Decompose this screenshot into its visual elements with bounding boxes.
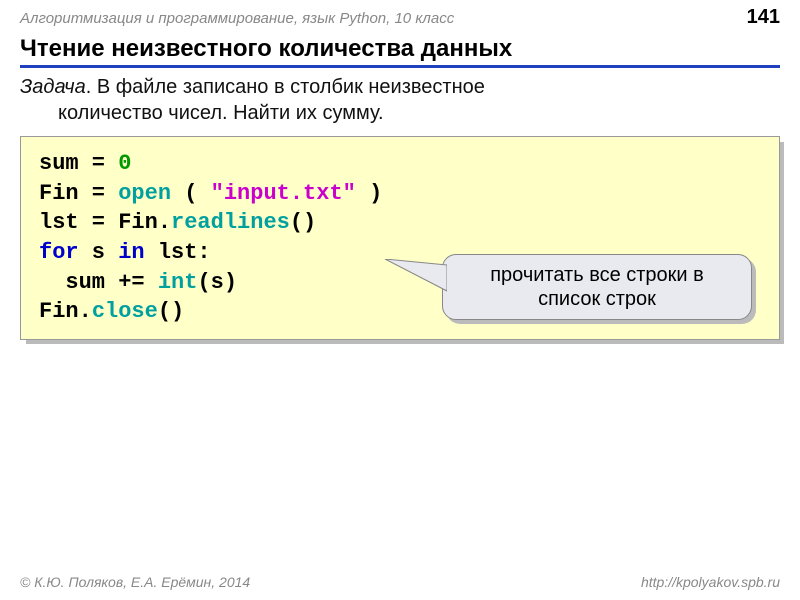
footer-url: http://kpolyakov.spb.ru bbox=[641, 574, 780, 590]
callout-text: прочитать все строки в список строк bbox=[490, 264, 704, 310]
page-number: 141 bbox=[747, 6, 780, 29]
slide-title: Чтение неизвестного количества данных bbox=[20, 35, 780, 68]
slide-footer: © К.Ю. Поляков, Е.А. Ерёмин, 2014 http:/… bbox=[20, 574, 780, 590]
slide-header: Алгоритмизация и программирование, язык … bbox=[0, 0, 800, 33]
task-line1: . В файле записано в столбик неизвестное bbox=[86, 76, 485, 98]
task-text: Задача. В файле записано в столбик неизв… bbox=[20, 74, 780, 126]
code-block-wrap: sum = 0 Fin = open ( "input.txt" ) lst =… bbox=[20, 136, 780, 340]
callout-bubble: прочитать все строки в список строк bbox=[442, 254, 752, 320]
course-title: Алгоритмизация и программирование, язык … bbox=[20, 10, 454, 27]
task-label: Задача bbox=[20, 76, 86, 98]
task-line2: количество чисел. Найти их сумму. bbox=[20, 100, 780, 126]
callout: прочитать все строки в список строк bbox=[442, 254, 752, 320]
footer-copyright: © К.Ю. Поляков, Е.А. Ерёмин, 2014 bbox=[20, 574, 250, 590]
